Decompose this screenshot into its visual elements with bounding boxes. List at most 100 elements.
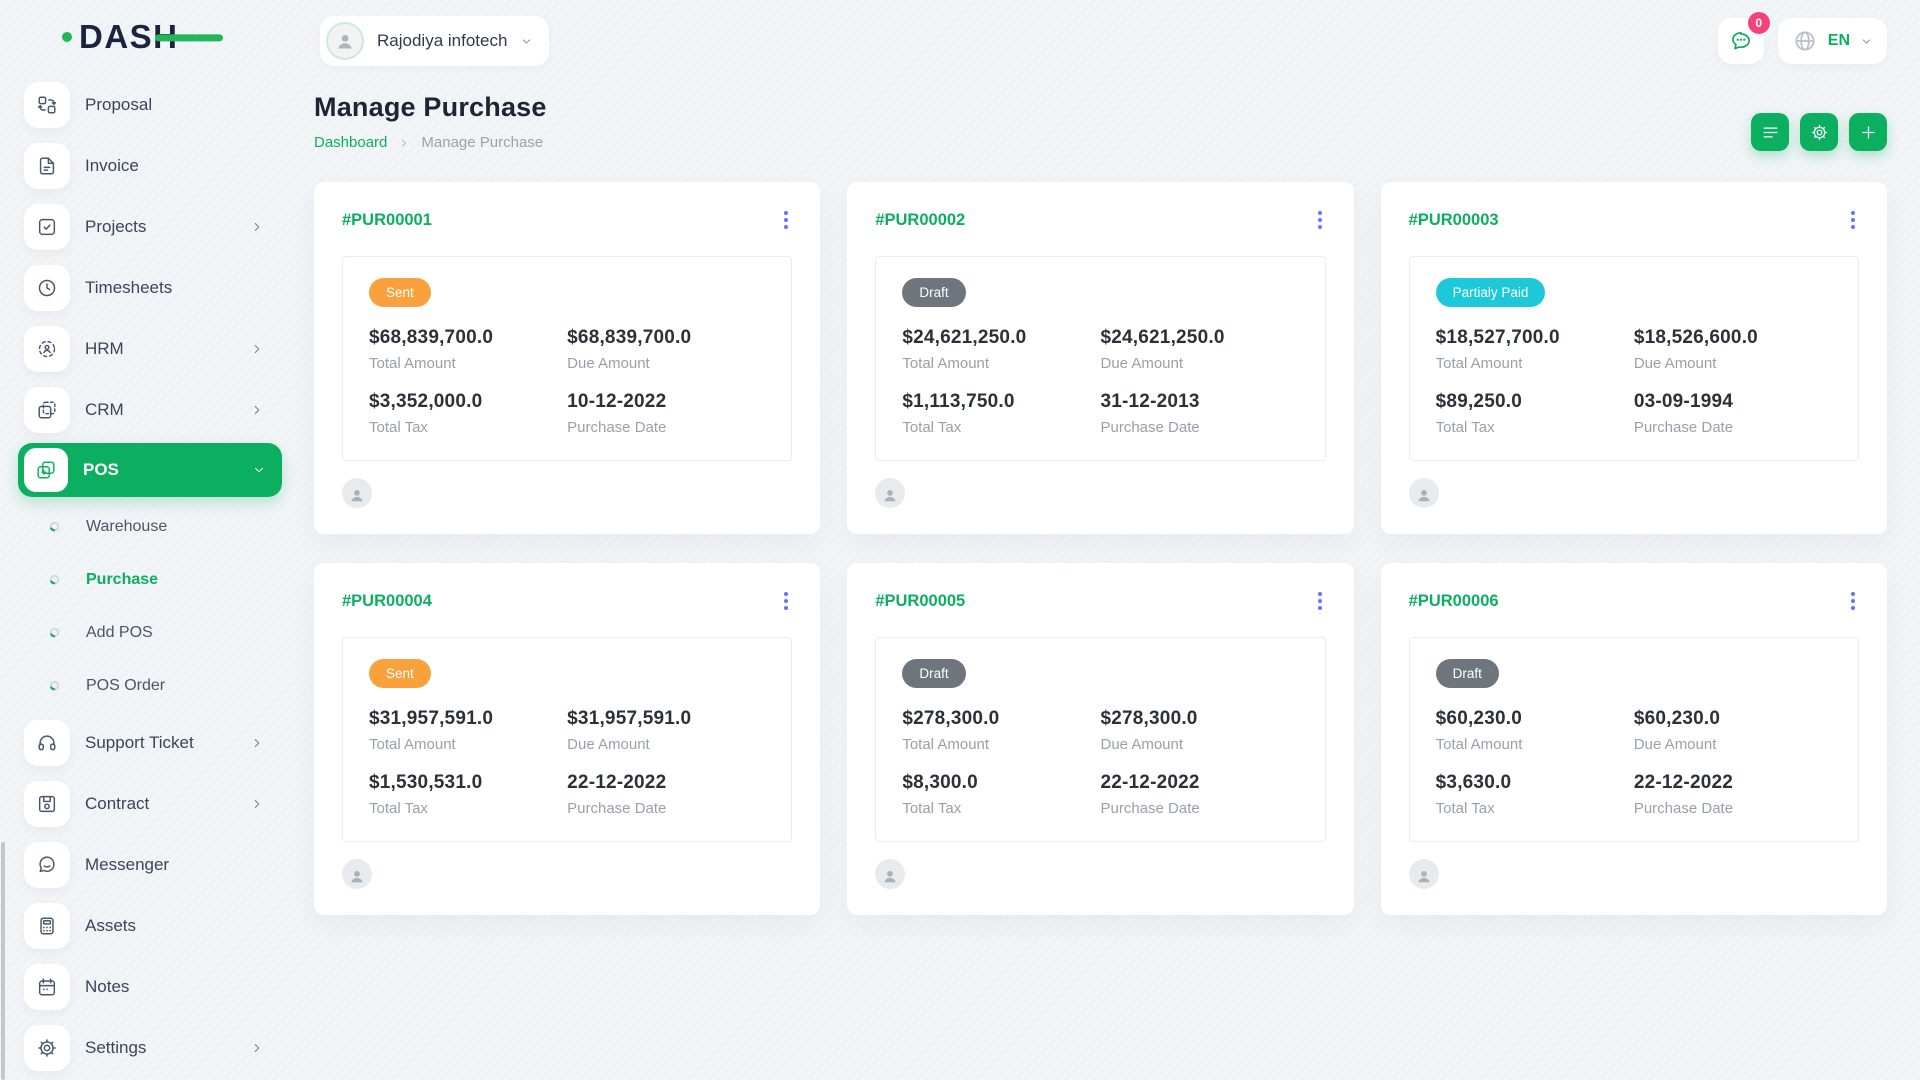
purchase-date-value: 31-12-2013 <box>1100 391 1298 413</box>
total-amount-label: Total Amount <box>369 736 567 753</box>
list-view-button[interactable] <box>1751 113 1789 151</box>
total-amount-value: $278,300.0 <box>902 708 1100 730</box>
total-tax-value: $8,300.0 <box>902 772 1100 794</box>
purchase-date-label: Purchase Date <box>567 800 765 817</box>
total-amount-value: $24,621,250.0 <box>902 327 1100 349</box>
purchase-summary-box: Sent $31,957,591.0Total Amount $31,957,5… <box>342 637 792 842</box>
topbar: Rajodiya infotech 0 EN <box>314 0 1887 74</box>
total-amount-label: Total Amount <box>902 355 1100 372</box>
timesheets-icon <box>24 265 70 311</box>
sidebar-subitem-label: Warehouse <box>86 518 167 536</box>
kebab-menu-icon[interactable] <box>1314 588 1326 614</box>
sidebar-scrollbar[interactable] <box>1 842 5 1080</box>
chevron-right-icon <box>250 1041 264 1055</box>
kebab-menu-icon[interactable] <box>1847 207 1859 233</box>
notes-icon <box>24 964 70 1010</box>
avatar[interactable] <box>1409 478 1439 508</box>
company-avatar <box>326 22 364 60</box>
due-amount-value: $60,230.0 <box>1634 708 1832 730</box>
notification-count-badge: 0 <box>1748 12 1770 34</box>
purchase-id-link[interactable]: #PUR00004 <box>342 592 432 611</box>
messages-button[interactable]: 0 <box>1718 18 1764 64</box>
sidebar-item-label: HRM <box>85 339 124 359</box>
avatar[interactable] <box>1409 859 1439 889</box>
settings-icon <box>24 1025 70 1071</box>
company-selector[interactable]: Rajodiya infotech <box>320 16 549 66</box>
due-amount-label: Due Amount <box>1634 355 1832 372</box>
total-tax-value: $89,250.0 <box>1436 391 1634 413</box>
purchase-id-link[interactable]: #PUR00003 <box>1409 211 1499 230</box>
chevron-right-icon <box>250 797 264 811</box>
status-badge: Draft <box>1436 659 1499 688</box>
purchase-summary-box: Draft $278,300.0Total Amount $278,300.0D… <box>875 637 1325 842</box>
sidebar-item-support-ticket[interactable]: Support Ticket <box>18 712 282 773</box>
language-selector[interactable]: EN <box>1778 18 1887 64</box>
chevron-right-icon <box>250 403 264 417</box>
avatar[interactable] <box>875 859 905 889</box>
logo-text: DASH <box>79 18 179 56</box>
sidebar-item-notes[interactable]: Notes <box>18 956 282 1017</box>
settings-button[interactable] <box>1800 113 1838 151</box>
add-purchase-button[interactable] <box>1849 113 1887 151</box>
purchase-id-link[interactable]: #PUR00002 <box>875 211 965 230</box>
breadcrumb-current: Manage Purchase <box>421 134 543 151</box>
total-tax-value: $1,530,531.0 <box>369 772 567 794</box>
topbar-actions: 0 EN <box>1718 18 1887 64</box>
sidebar-item-timesheets[interactable]: Timesheets <box>18 257 282 318</box>
due-amount-label: Due Amount <box>1100 355 1298 372</box>
page-title: Manage Purchase <box>314 92 547 123</box>
status-badge: Sent <box>369 278 431 307</box>
sidebar-item-settings[interactable]: Settings <box>18 1017 282 1078</box>
sidebar-item-messenger[interactable]: Messenger <box>18 834 282 895</box>
due-amount-label: Due Amount <box>567 736 765 753</box>
total-tax-label: Total Tax <box>369 800 567 817</box>
chevron-down-icon <box>520 35 533 48</box>
gear-icon <box>1810 123 1829 142</box>
assets-icon <box>24 903 70 949</box>
sidebar-item-projects[interactable]: Projects <box>18 196 282 257</box>
main-content: Rajodiya infotech 0 EN Manage Purchase D… <box>282 0 1920 915</box>
purchase-card: #PUR00002 Draft $24,621,250.0Total Amoun… <box>847 182 1353 534</box>
bullet-ring-icon <box>49 574 60 585</box>
projects-icon <box>24 204 70 250</box>
sidebar-subitem-add-pos[interactable]: Add POS <box>18 606 282 659</box>
purchase-id-link[interactable]: #PUR00006 <box>1409 592 1499 611</box>
sidebar-item-proposal[interactable]: Proposal <box>18 74 282 135</box>
sidebar-subitem-pos-order[interactable]: POS Order <box>18 659 282 712</box>
avatar[interactable] <box>875 478 905 508</box>
sidebar-item-assets[interactable]: Assets <box>18 895 282 956</box>
kebab-menu-icon[interactable] <box>780 588 792 614</box>
avatar[interactable] <box>342 478 372 508</box>
sidebar-item-pos[interactable]: POS <box>18 443 282 497</box>
due-amount-value: $68,839,700.0 <box>567 327 765 349</box>
avatar[interactable] <box>342 859 372 889</box>
sidebar: DASH ProposalInvoiceProjectsTimesheets HR… <box>0 0 282 1080</box>
kebab-menu-icon[interactable] <box>1314 207 1326 233</box>
sidebar-subitem-purchase[interactable]: Purchase <box>18 553 282 606</box>
sidebar-item-hrm[interactable]: HRM <box>18 318 282 379</box>
due-amount-label: Due Amount <box>1100 736 1298 753</box>
bullet-ring-icon <box>49 680 60 691</box>
contract-icon <box>24 781 70 827</box>
total-amount-label: Total Amount <box>1436 736 1634 753</box>
purchase-date-value: 22-12-2022 <box>567 772 765 794</box>
purchase-card: #PUR00001 Sent $68,839,700.0Total Amount… <box>314 182 820 534</box>
brand-logo[interactable]: DASH <box>18 0 282 74</box>
sidebar-subitem-warehouse[interactable]: Warehouse <box>18 500 282 553</box>
total-amount-value: $68,839,700.0 <box>369 327 567 349</box>
sidebar-item-invoice[interactable]: Invoice <box>18 135 282 196</box>
list-icon <box>1761 123 1780 142</box>
purchase-id-link[interactable]: #PUR00001 <box>342 211 432 230</box>
sidebar-item-contract[interactable]: Contract <box>18 773 282 834</box>
kebab-menu-icon[interactable] <box>780 207 792 233</box>
kebab-menu-icon[interactable] <box>1847 588 1859 614</box>
purchase-date-label: Purchase Date <box>1634 419 1832 436</box>
purchase-id-link[interactable]: #PUR00005 <box>875 592 965 611</box>
purchase-summary-box: Sent $68,839,700.0Total Amount $68,839,7… <box>342 256 792 461</box>
page-header: Manage Purchase Dashboard Manage Purchas… <box>314 92 1887 151</box>
invoice-icon <box>24 143 70 189</box>
purchase-date-value: 03-09-1994 <box>1634 391 1832 413</box>
sidebar-item-crm[interactable]: CRM <box>18 379 282 440</box>
purchase-date-label: Purchase Date <box>1634 800 1832 817</box>
breadcrumb-dashboard-link[interactable]: Dashboard <box>314 134 387 151</box>
